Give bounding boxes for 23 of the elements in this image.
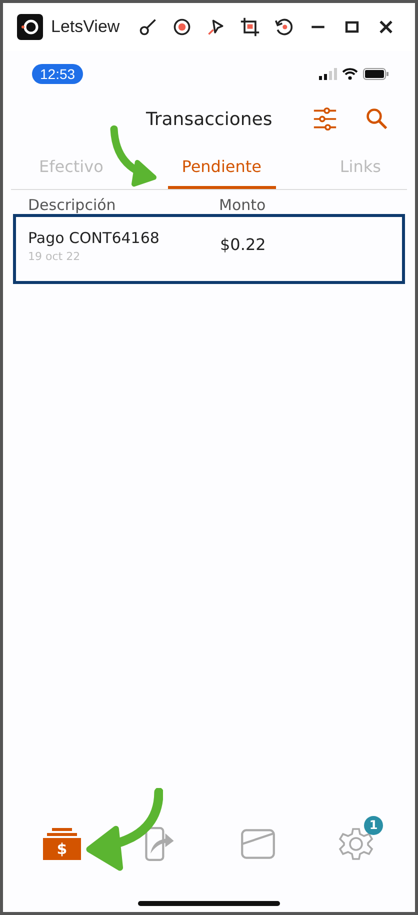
tab[interactable]: Pendiente xyxy=(168,149,276,189)
notification-badge: 1 xyxy=(364,816,383,835)
column-header: Monto xyxy=(219,196,267,214)
app-logo-icon xyxy=(17,14,43,40)
brush-icon[interactable] xyxy=(138,17,158,37)
description-text: Pago CONT64168 xyxy=(28,229,160,247)
annotation-arrow xyxy=(109,125,159,189)
signal-icon xyxy=(319,68,337,80)
date-text: 19 oct 22 xyxy=(28,250,82,263)
crop-icon[interactable] xyxy=(240,17,260,37)
search-icon[interactable] xyxy=(365,107,389,131)
filter-sliders-icon[interactable] xyxy=(313,107,337,131)
wifi-icon xyxy=(342,68,358,80)
transaction-row[interactable]: Pago CONT64168 19 oct 22 $0.22 xyxy=(13,214,405,284)
rotate-icon[interactable] xyxy=(274,17,294,37)
pin-icon[interactable] xyxy=(206,17,226,37)
page-title: Transacciones xyxy=(146,108,272,130)
battery-icon xyxy=(363,68,389,80)
record-icon[interactable] xyxy=(172,17,192,37)
window-title: LetsView xyxy=(51,17,120,37)
time-pill: 12:53 xyxy=(32,64,84,84)
amount-text: $0.22 xyxy=(220,235,266,254)
column-header: Descripción xyxy=(28,196,117,214)
